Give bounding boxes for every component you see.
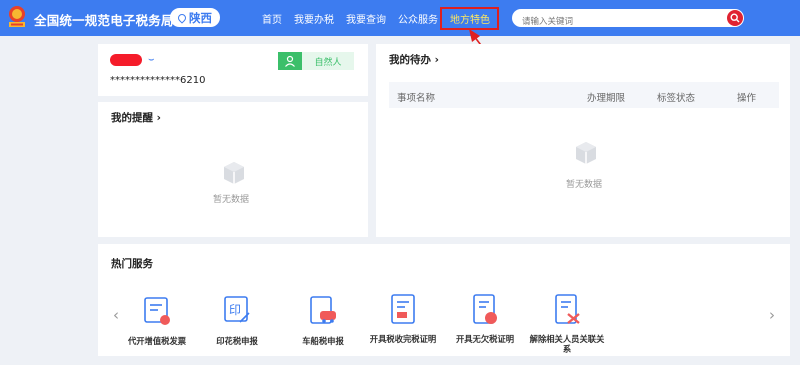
svg-text:印: 印 xyxy=(229,303,241,317)
account-number: **************6210 xyxy=(110,75,206,86)
service-item-remove-relation[interactable]: 解除相关人员关联关系 xyxy=(527,292,607,354)
person-icon xyxy=(278,52,302,70)
service-label: 解除相关人员关联关系 xyxy=(529,334,605,354)
region-label: 陕西 xyxy=(189,10,212,25)
invoice-icon xyxy=(144,297,170,325)
empty-box-icon xyxy=(576,142,596,164)
vehicle-tax-icon xyxy=(310,296,336,324)
empty-box-icon xyxy=(224,162,244,184)
todos-table-header: 事项名称 办理期限 标签状态 操作 xyxy=(389,82,779,108)
redacted-user-name xyxy=(110,54,142,66)
search-box xyxy=(512,9,744,31)
nav-query[interactable]: 我要查询 xyxy=(346,11,386,26)
no-arrears-certificate-icon xyxy=(473,294,497,324)
top-header: 全国统一规范电子税务局 陕西 首页 我要办税 我要查询 公众服务 地方特色 xyxy=(0,0,800,36)
service-label: 代开增值税发票 xyxy=(127,336,187,346)
search-icon xyxy=(730,13,740,23)
location-pin-icon xyxy=(176,11,188,24)
search-input[interactable] xyxy=(512,13,717,31)
next-arrow-icon[interactable]: › xyxy=(769,306,775,324)
service-label: 开具税收完税证明 xyxy=(369,334,437,344)
service-item-no-arrears-certificate[interactable]: 开具无欠税证明 xyxy=(445,292,525,344)
todos-empty-text: 暂无数据 xyxy=(566,180,603,190)
nav-handle-tax[interactable]: 我要办税 xyxy=(294,11,334,26)
reminders-title[interactable]: 我的提醒 › xyxy=(111,110,161,125)
stamp-tax-icon: 印 xyxy=(224,296,250,323)
service-label: 开具无欠税证明 xyxy=(455,334,515,344)
col-label-status: 标签状态 xyxy=(657,93,696,104)
col-deadline: 办理期限 xyxy=(587,93,626,104)
service-item-stamp-tax[interactable]: 印 印花税申报 xyxy=(197,294,277,346)
tax-certificate-icon xyxy=(391,294,415,324)
service-item-tax-payment-certificate[interactable]: 开具税收完税证明 xyxy=(363,292,443,344)
service-label: 印花税申报 xyxy=(216,336,258,346)
nav-home[interactable]: 首页 xyxy=(262,11,282,26)
service-label: 车船税申报 xyxy=(302,336,344,346)
col-item-name: 事项名称 xyxy=(397,93,436,104)
verified-icon: ⌣ xyxy=(148,54,155,65)
nav-public-service[interactable]: 公众服务 xyxy=(398,11,438,26)
todos-title[interactable]: 我的待办 › xyxy=(389,52,439,67)
services-title: 热门服务 xyxy=(111,258,153,270)
col-actions: 操作 xyxy=(737,93,757,104)
site-title[interactable]: 全国统一规范电子税务局 xyxy=(34,10,174,29)
remove-relation-icon xyxy=(555,294,580,324)
user-type-badge[interactable]: 自然人 xyxy=(302,52,354,70)
tax-emblem-icon xyxy=(9,6,25,27)
search-button[interactable] xyxy=(727,10,743,26)
service-item-issue-vat-invoice[interactable]: 代开增值税发票 xyxy=(117,294,197,346)
region-selector[interactable]: 陕西 xyxy=(170,8,220,27)
reminders-empty-text: 暂无数据 xyxy=(213,195,250,205)
service-item-vehicle-tax[interactable]: 车船税申报 xyxy=(283,294,363,346)
